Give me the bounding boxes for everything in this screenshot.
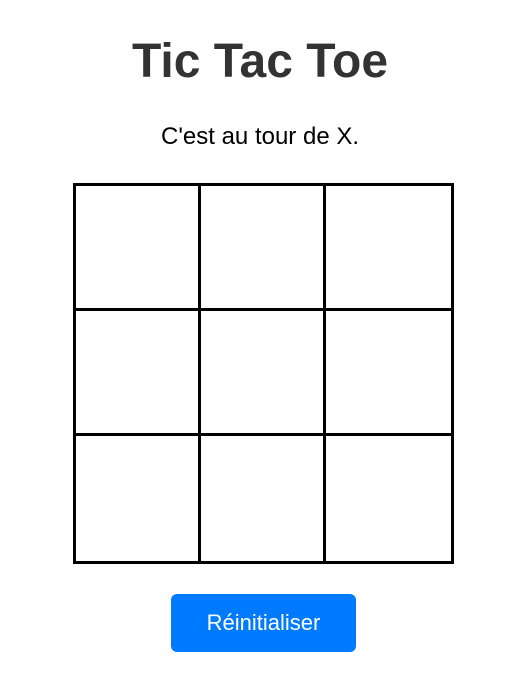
board-cell-5[interactable]: [201, 311, 326, 436]
board-cell-1[interactable]: [76, 186, 201, 311]
board-cell-8[interactable]: [201, 436, 326, 561]
board-cell-4[interactable]: [76, 311, 201, 436]
board-cell-6[interactable]: [326, 311, 451, 436]
board-cell-3[interactable]: [326, 186, 451, 311]
turn-status: C'est au tour de X.: [160, 123, 360, 150]
page-title: Tic Tac Toe: [131, 35, 389, 88]
board-cell-7[interactable]: [76, 436, 201, 561]
reset-button[interactable]: Réinitialiser: [171, 594, 356, 652]
board-cell-9[interactable]: [326, 436, 451, 561]
game-page: Tic Tac Toe C'est au tour de X. Réinitia…: [0, 0, 520, 697]
game-board: [73, 183, 454, 564]
board-cell-2[interactable]: [201, 186, 326, 311]
